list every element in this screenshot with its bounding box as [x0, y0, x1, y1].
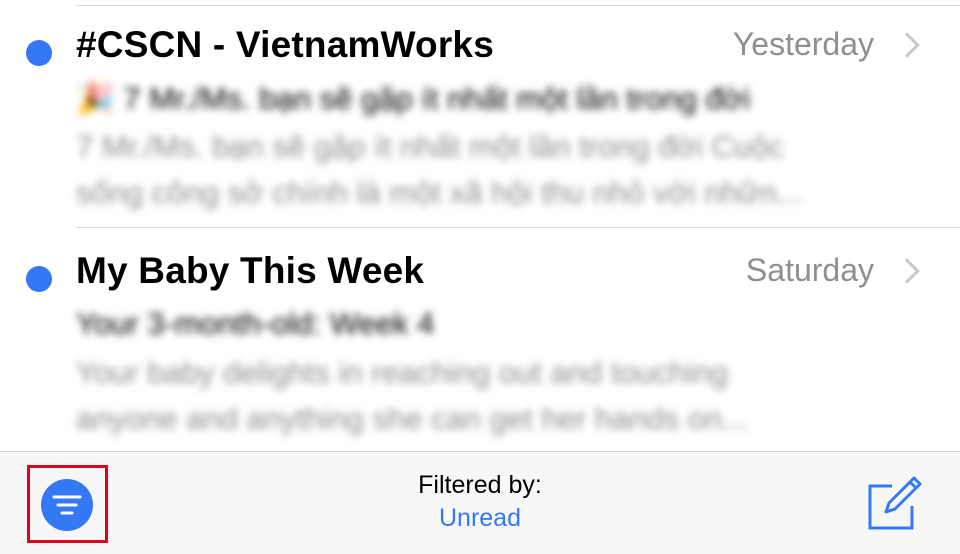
- compose-icon: [868, 476, 922, 530]
- filter-value-link[interactable]: Unread: [330, 501, 630, 536]
- compose-button[interactable]: [862, 472, 924, 534]
- message-date: Yesterday: [732, 26, 874, 62]
- filter-lines-icon: [52, 495, 82, 515]
- unread-indicator: [26, 266, 52, 292]
- message-preview: Your baby delights in reaching out and t…: [76, 350, 896, 442]
- preview-line: sống công sở chính là một xã hội thu nhỏ…: [76, 175, 803, 210]
- message-subject: 🎉 7 Mr./Ms. bạn sẽ gặp ít nhất một lần t…: [76, 81, 751, 116]
- filter-status: Filtered by: Unread: [330, 470, 630, 536]
- message-date: Saturday: [745, 252, 874, 288]
- message-subject: Your 3-month-old: Week 4: [76, 306, 435, 341]
- filter-button[interactable]: [41, 479, 93, 531]
- mail-list-item[interactable]: My Baby This Week Saturday Your 3-month-…: [0, 232, 960, 454]
- message-preview: 7 Mr./Ms. bạn sẽ gặp ít nhất một lần tro…: [76, 124, 896, 216]
- sender-name: My Baby This Week: [76, 250, 425, 291]
- unread-indicator: [26, 40, 52, 66]
- chevron-right-icon: [894, 32, 920, 58]
- bottom-toolbar: Filtered by: Unread: [0, 451, 960, 554]
- mail-list-item[interactable]: #CSCN - VietnamWorks Yesterday 🎉 7 Mr./M…: [0, 6, 960, 228]
- preview-line: 7 Mr./Ms. bạn sẽ gặp ít nhất một lần tro…: [76, 129, 784, 164]
- preview-line: Your baby delights in reaching out and t…: [76, 355, 729, 390]
- item-divider: [76, 227, 960, 228]
- preview-line: anyone and anything she can get her hand…: [76, 401, 749, 436]
- sender-name: #CSCN - VietnamWorks: [76, 24, 494, 65]
- chevron-right-icon: [894, 258, 920, 284]
- filter-caption: Filtered by:: [418, 471, 542, 499]
